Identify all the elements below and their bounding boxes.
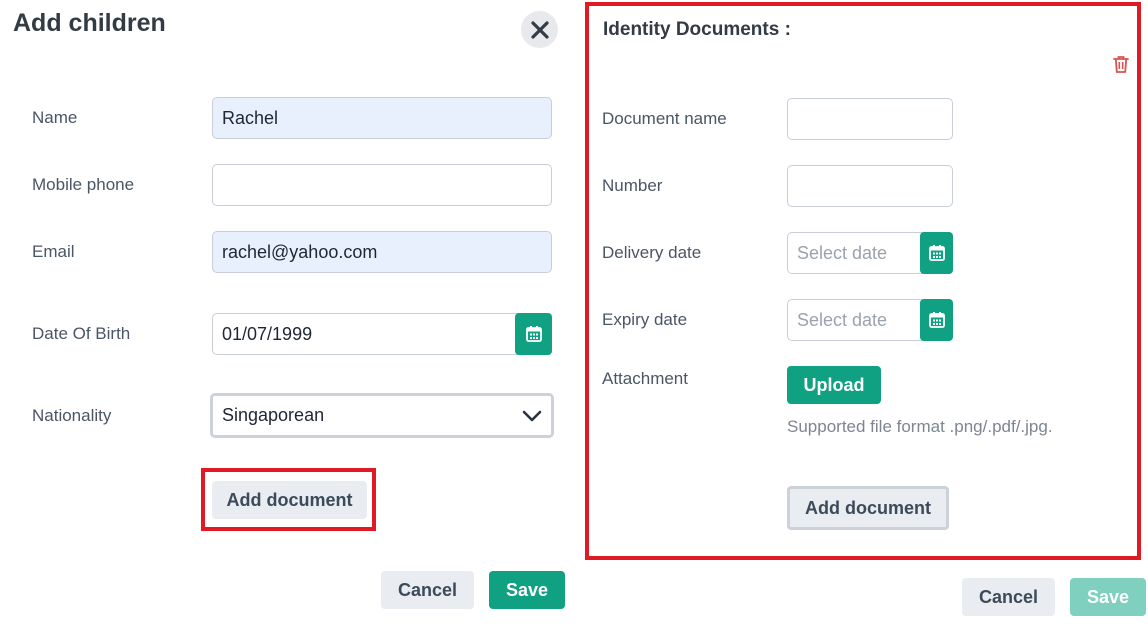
attachment-label: Attachment	[602, 369, 688, 388]
dob-calendar-button[interactable]	[515, 313, 552, 355]
identity-documents-title: Identity Documents :	[603, 19, 791, 40]
add-children-title: Add children	[13, 9, 166, 37]
save-button-secondary[interactable]: Save	[1070, 578, 1146, 616]
email-input[interactable]: rachel@yahoo.com	[212, 231, 552, 273]
calendar-icon	[525, 326, 542, 342]
dob-input[interactable]: 01/07/1999	[212, 313, 518, 355]
delivery-date-placeholder: Select date	[797, 242, 888, 263]
name-input-value: Rachel	[222, 107, 279, 128]
expiry-date-label: Expiry date	[602, 310, 688, 329]
nationality-label: Nationality	[32, 406, 112, 425]
expiry-date-calendar-button[interactable]	[920, 299, 953, 341]
name-input[interactable]: Rachel	[212, 97, 552, 139]
dob-input-value: 01/07/1999	[222, 323, 313, 344]
cancel-button[interactable]: Cancel	[381, 571, 474, 609]
mobile-phone-input[interactable]	[212, 164, 552, 206]
identity-documents-panel	[585, 2, 1141, 560]
close-button[interactable]	[521, 11, 558, 48]
add-document-button[interactable]: Add document	[212, 481, 367, 519]
trash-icon	[1113, 56, 1129, 73]
delivery-date-input[interactable]: Select date	[787, 232, 923, 274]
document-name-label: Document name	[602, 109, 727, 128]
dob-label: Date Of Birth	[32, 324, 131, 343]
email-input-value: rachel@yahoo.com	[222, 241, 378, 262]
save-button[interactable]: Save	[489, 571, 565, 609]
expiry-date-input[interactable]: Select date	[787, 299, 923, 341]
delivery-date-label: Delivery date	[602, 243, 702, 262]
delete-document-button[interactable]	[1111, 54, 1131, 74]
name-label: Name	[32, 108, 78, 127]
mobile-phone-label: Mobile phone	[32, 175, 135, 194]
add-document-button-secondary[interactable]: Add document	[787, 486, 949, 530]
chevron-down-icon	[522, 410, 542, 421]
supported-format-note: Supported file format .png/.pdf/.jpg.	[787, 417, 1053, 436]
expiry-date-placeholder: Select date	[797, 309, 888, 330]
calendar-icon	[928, 245, 945, 261]
upload-button[interactable]: Upload	[787, 366, 881, 404]
number-input[interactable]	[787, 165, 953, 207]
delivery-date-calendar-button[interactable]	[920, 232, 953, 274]
cancel-button-secondary[interactable]: Cancel	[962, 578, 1055, 616]
calendar-icon	[928, 312, 945, 328]
document-name-input[interactable]	[787, 98, 953, 140]
close-icon	[530, 20, 549, 39]
nationality-select[interactable]: Singaporean	[210, 393, 554, 438]
nationality-select-value: Singaporean	[222, 405, 325, 425]
number-label: Number	[602, 176, 663, 195]
email-label: Email	[32, 242, 75, 261]
